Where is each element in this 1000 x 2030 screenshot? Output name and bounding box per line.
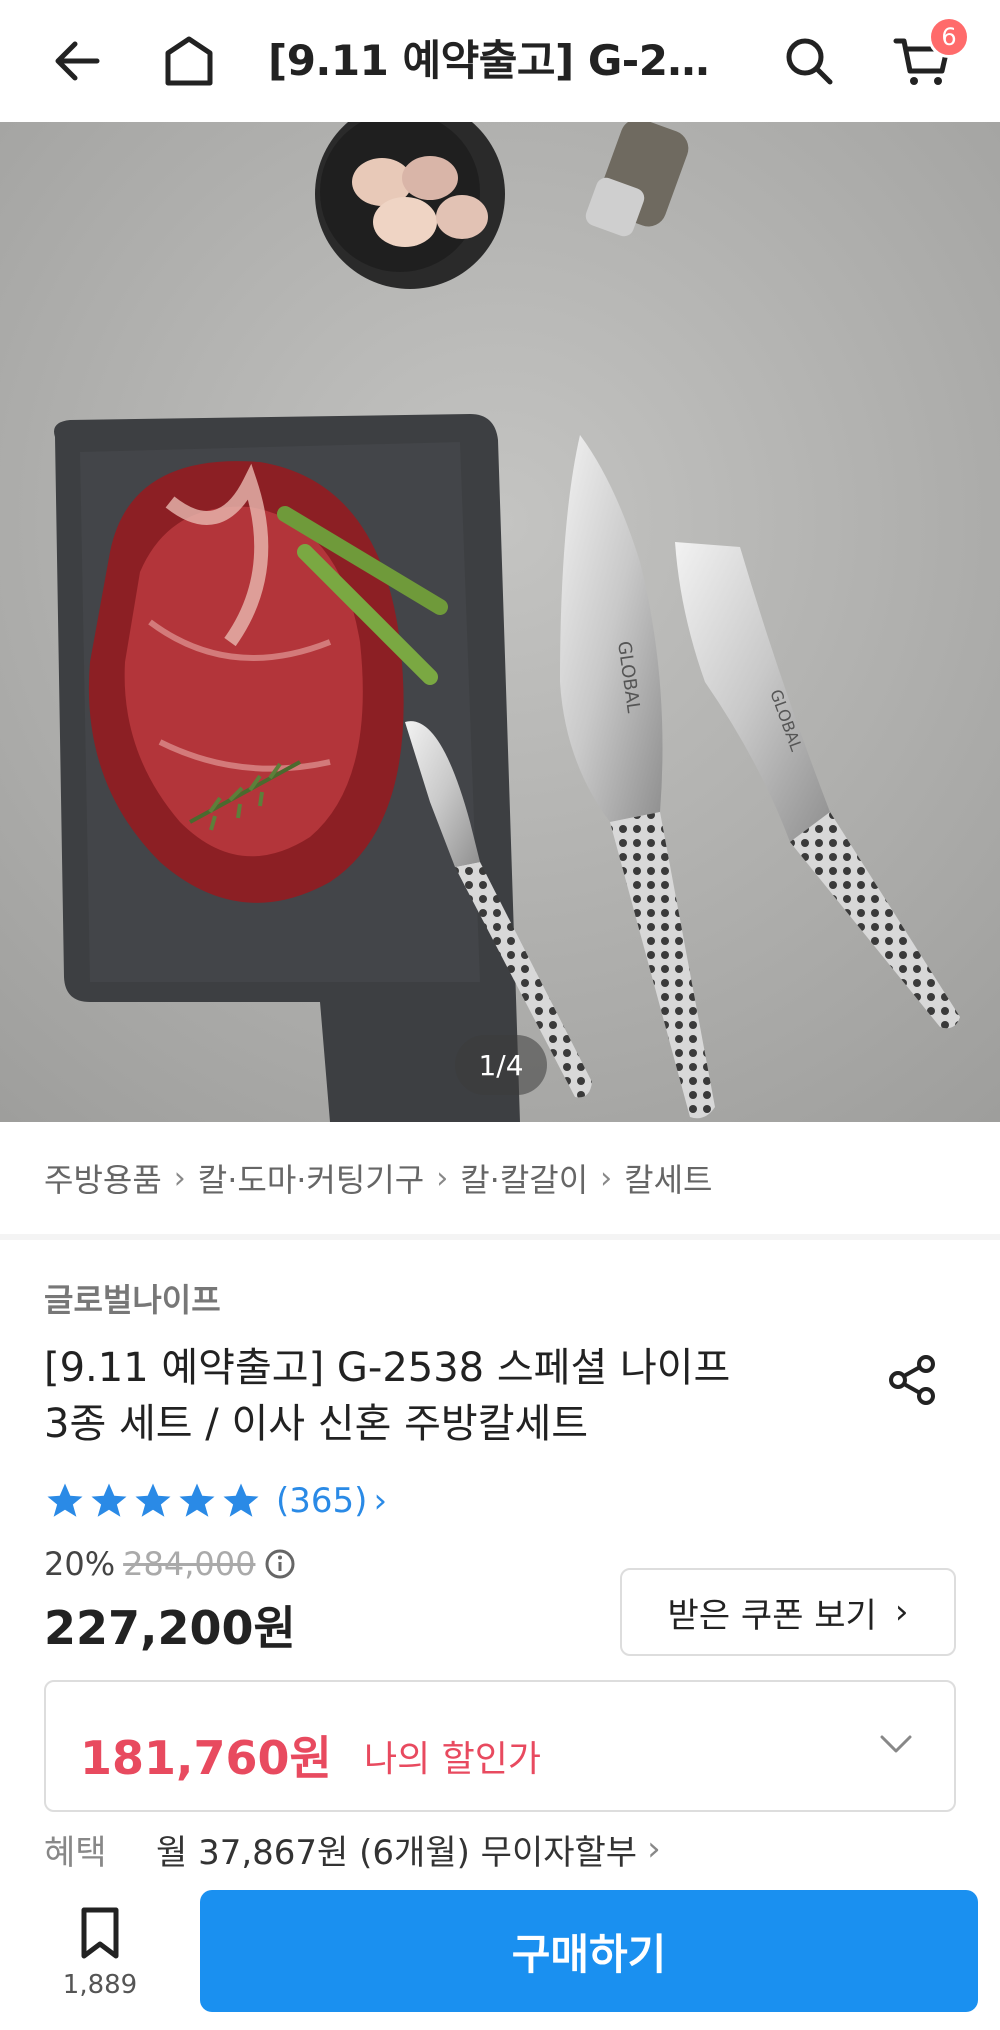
coupon-button-label: 받은 쿠폰 보기: [667, 1595, 877, 1636]
product-title-line: 3종 세트 / 이사 신혼 주방칼세트: [44, 1401, 589, 1447]
bottom-action-bar: 1,889 구매하기: [0, 1880, 1000, 2030]
breadcrumb-item[interactable]: 칼·칼갈이: [460, 1155, 588, 1201]
star-icon: [135, 1483, 171, 1517]
search-button[interactable]: [772, 24, 846, 98]
star-icon: [223, 1483, 259, 1517]
buy-button[interactable]: 구매하기: [200, 1890, 978, 2012]
share-button[interactable]: [880, 1348, 944, 1412]
benefit-row[interactable]: 혜택 월 37,867원 (6개월) 무이자할부 ›: [44, 1822, 661, 1876]
chevron-right-icon: ›: [436, 1160, 449, 1196]
discount-row: 20% 284,000: [44, 1540, 297, 1588]
share-icon: [889, 1355, 935, 1405]
back-button[interactable]: [40, 24, 114, 98]
breadcrumb-item[interactable]: 칼·도마·커팅기구: [198, 1155, 424, 1201]
product-image-carousel[interactable]: GLOBAL GLOBAL 1/4: [0, 122, 1000, 1122]
chevron-right-icon: ›: [173, 1160, 186, 1196]
bookmark-count: 1,889: [62, 1970, 138, 2000]
category-breadcrumb: 주방용품 › 칼·도마·커팅기구 › 칼·칼갈이 › 칼세트: [0, 1122, 1000, 1234]
image-counter: 1/4: [455, 1035, 547, 1095]
bookmark-button[interactable]: 1,889: [52, 1906, 148, 2016]
chevron-right-icon: ›: [894, 1592, 909, 1632]
star-icon: [179, 1483, 215, 1517]
breadcrumb-item[interactable]: 칼세트: [624, 1155, 712, 1201]
info-icon[interactable]: [263, 1547, 297, 1581]
bookmark-icon: [81, 1907, 119, 1959]
search-icon: [786, 38, 833, 85]
breadcrumb-item[interactable]: 주방용품: [44, 1155, 162, 1201]
rating-row[interactable]: (365) ›: [44, 1476, 387, 1526]
installment-text: 월 37,867원 (6개월) 무이자할부: [156, 1832, 638, 1873]
chevron-right-icon: ›: [373, 1481, 388, 1521]
home-icon: [165, 36, 213, 86]
original-price: 284,000: [123, 1545, 256, 1583]
chevron-right-icon: ›: [647, 1829, 661, 1869]
star-icon: [91, 1483, 127, 1517]
product-title-line: [9.11 예약출고] G-2538 스페셜 나이프: [44, 1345, 731, 1391]
benefit-label: 혜택: [44, 1832, 107, 1873]
my-discount-price-label: 나의 할인가: [364, 1739, 542, 1780]
page-title: [9.11 예약출고] G-25...: [268, 36, 718, 85]
top-app-bar: [9.11 예약출고] G-25... 6: [0, 0, 1000, 122]
sale-price: 227,200원: [44, 1601, 296, 1655]
coupon-button[interactable]: 받은 쿠폰 보기 ›: [620, 1568, 956, 1656]
brand-name[interactable]: 글로벌나이프: [44, 1275, 221, 1321]
product-title: [9.11 예약출고] G-2538 스페셜 나이프 3종 세트 / 이사 신혼…: [44, 1340, 824, 1452]
chevron-right-icon: ›: [600, 1160, 613, 1196]
star-icon: [47, 1483, 83, 1517]
section-divider: [0, 1234, 1000, 1240]
my-discount-price-dropdown[interactable]: 181,760원 나의 할인가: [44, 1680, 956, 1812]
discount-rate: 20%: [44, 1545, 116, 1583]
chevron-down-icon: [880, 1735, 912, 1753]
arrow-left-icon: [55, 41, 100, 81]
cart-count-badge: 6: [928, 16, 970, 58]
my-discount-price: 181,760원: [80, 1731, 332, 1785]
review-count[interactable]: (365): [276, 1481, 367, 1521]
home-button[interactable]: [152, 24, 226, 98]
product-photo: GLOBAL GLOBAL: [0, 122, 1000, 1122]
